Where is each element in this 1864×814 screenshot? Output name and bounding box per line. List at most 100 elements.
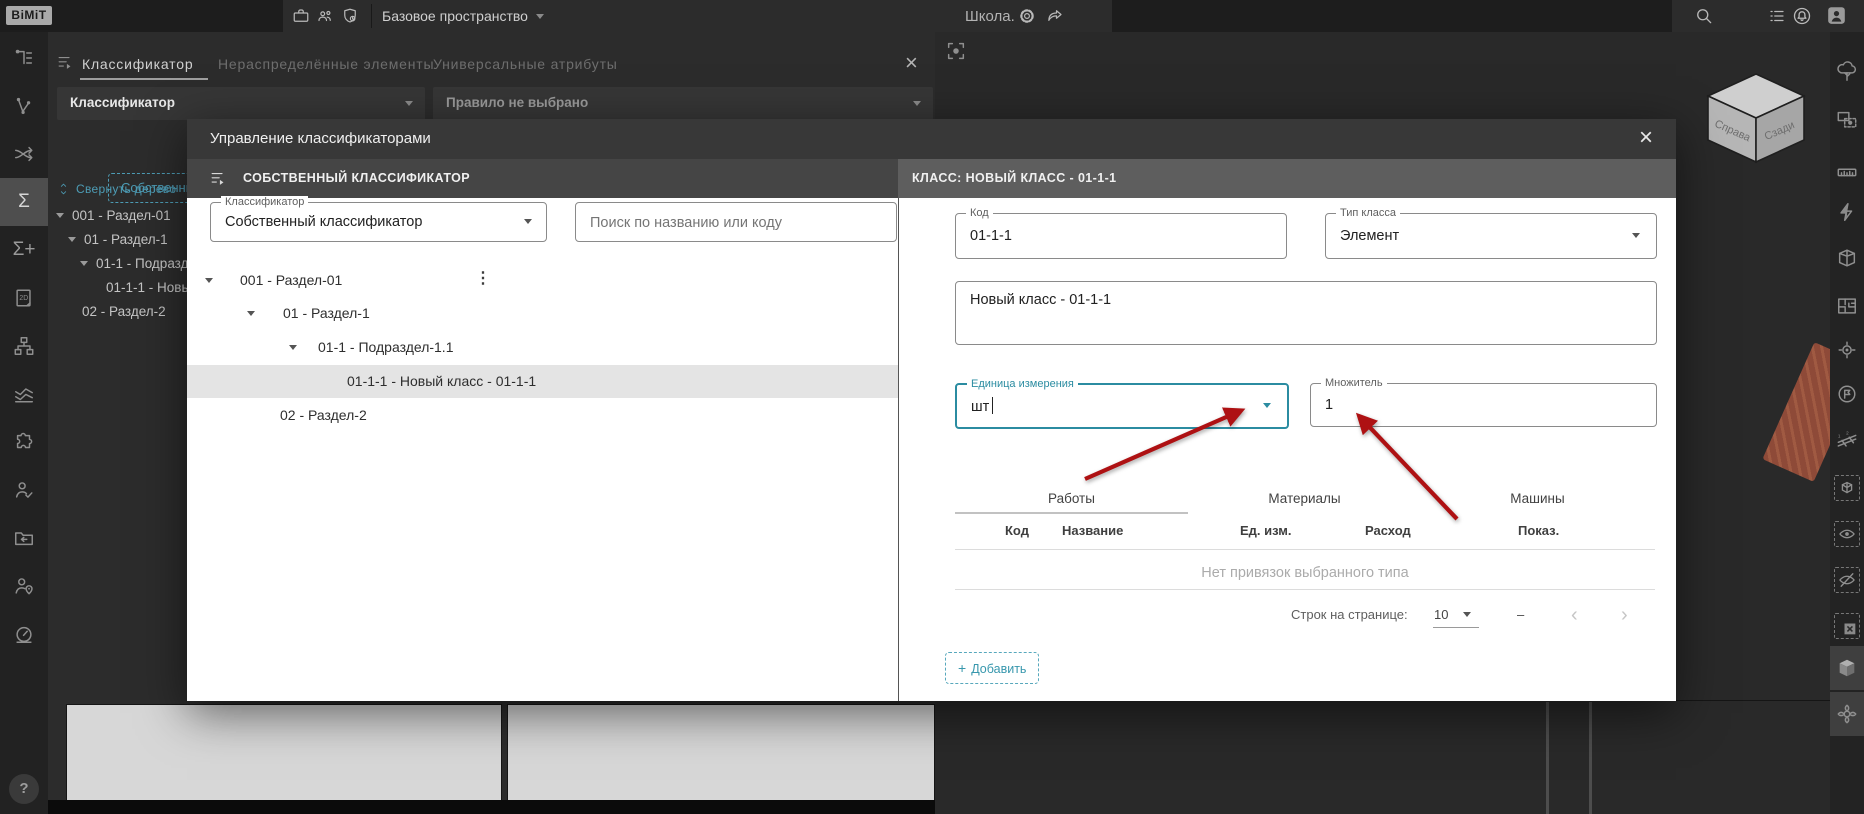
fit-view-button[interactable]: [943, 38, 969, 64]
account-button[interactable]: [1826, 5, 1847, 31]
tab-classifier[interactable]: Классификатор: [82, 56, 193, 72]
help-button[interactable]: ?: [9, 774, 39, 804]
search-field[interactable]: [575, 202, 897, 243]
col-code: Код: [1005, 523, 1029, 538]
solid-cube-icon: [1839, 659, 1855, 677]
tab-unassigned-elements[interactable]: Нераспределённые элементы: [218, 56, 434, 72]
tool-orbit[interactable]: [1830, 692, 1864, 736]
tree-item[interactable]: 01-1-1 - Новь: [106, 280, 188, 295]
chevron-down-icon[interactable]: [1463, 612, 1471, 617]
kebab-menu-icon[interactable]: ⋮: [475, 268, 491, 288]
security-button[interactable]: [341, 7, 359, 25]
tool-flash[interactable]: [1830, 190, 1864, 234]
tree-item[interactable]: 001 - Раздел-01: [56, 208, 171, 223]
multiplier-label: Множитель: [1321, 377, 1387, 389]
tool-plugins[interactable]: [0, 418, 48, 466]
multiplier-field[interactable]: Множитель 1: [1310, 377, 1657, 427]
tool-2d-view[interactable]: 2D: [0, 274, 48, 322]
tool-structure[interactable]: [0, 322, 48, 370]
tool-totals[interactable]: Σ: [0, 178, 48, 226]
tool-share-folder[interactable]: [0, 514, 48, 562]
class-name-textarea[interactable]: Новый класс - 01-1-1: [955, 281, 1657, 345]
project-settings-button[interactable]: [1018, 7, 1036, 25]
collapse-tree-button[interactable]: Свернуть дерево: [57, 182, 176, 196]
app-logo[interactable]: BiMiT: [6, 6, 52, 25]
dialog-close-button[interactable]: ×: [1639, 124, 1653, 152]
tree-item-selected[interactable]: 01-1-1 - Новый класс - 01-1-1: [187, 365, 898, 398]
workspace-selector[interactable]: Базовое пространство: [382, 0, 552, 32]
tool-classifier-tree[interactable]: [0, 34, 48, 82]
caret-expanded-icon[interactable]: [205, 278, 213, 283]
tool-grid-levels[interactable]: 12: [1830, 418, 1864, 462]
code-field[interactable]: Код 01-1-1: [955, 207, 1287, 259]
rule-dropdown[interactable]: Правило не выбрано: [433, 87, 933, 120]
tool-flag[interactable]: [1830, 372, 1864, 416]
tab-universal-attributes[interactable]: Универсальные атрибуты: [433, 56, 618, 72]
list-menu-button[interactable]: [1768, 7, 1786, 25]
classifier-select[interactable]: Классификатор Собственный классификатор: [210, 196, 547, 242]
tree-item[interactable]: 02 - Раздел-2: [187, 399, 898, 432]
classifier-select-label: Классификатор: [221, 196, 309, 208]
prev-page-button[interactable]: ‹: [1571, 605, 1578, 625]
org-chart-icon: [14, 337, 34, 355]
app-root: ▾ ▾ Справа Сзади Классиф: [0, 0, 1864, 814]
tool-dashboard[interactable]: [0, 610, 48, 658]
tool-user-location[interactable]: [0, 562, 48, 610]
tool-selection-frames[interactable]: [1830, 98, 1864, 142]
class-type-select[interactable]: Тип класса Элемент: [1325, 207, 1657, 259]
user-pin-icon: [15, 578, 33, 595]
next-page-button[interactable]: ›: [1621, 605, 1628, 625]
tool-floor-plan[interactable]: [1830, 284, 1864, 328]
chevron-down-icon[interactable]: [1263, 403, 1271, 408]
tool-totals-add[interactable]: Σ+: [0, 226, 48, 274]
code-field-value: 01-1-1: [970, 228, 1012, 244]
scene-post: [1546, 702, 1549, 814]
notifications-button[interactable]: [1792, 6, 1812, 26]
tree-item[interactable]: 01-1 - Подразд: [80, 256, 188, 271]
tab-machines[interactable]: Машины: [1421, 491, 1654, 506]
chevron-down-icon: [1632, 233, 1640, 238]
search-button[interactable]: [1694, 6, 1714, 26]
rows-per-page-value[interactable]: 10: [1434, 607, 1448, 622]
projects-button[interactable]: [292, 7, 310, 25]
view-cube[interactable]: Справа Сзади: [1704, 72, 1808, 164]
search-icon: [1697, 9, 1712, 24]
tool-section-cube[interactable]: [1830, 236, 1864, 280]
tab-works[interactable]: Работы: [955, 491, 1188, 506]
tool-locate[interactable]: [1830, 328, 1864, 372]
add-button[interactable]: + Добавить: [945, 652, 1040, 684]
unit-select[interactable]: Единица измерения шт: [955, 378, 1289, 429]
right-section-header: КЛАСС: НОВЫЙ КЛАСС - 01-1-1: [898, 159, 1676, 198]
tree-item[interactable]: 02 - Раздел-2: [82, 304, 166, 319]
team-button[interactable]: [316, 7, 334, 25]
tool-user-check[interactable]: [0, 466, 48, 514]
tool-analytics[interactable]: [0, 370, 48, 418]
tool-ruler[interactable]: [1830, 150, 1864, 194]
tool-isolate-cube[interactable]: [1830, 466, 1864, 510]
share-button[interactable]: [1046, 7, 1064, 25]
tab-materials[interactable]: Материалы: [1188, 491, 1421, 506]
panel-footer-strip: [48, 800, 935, 814]
tree-item[interactable]: 01-1 - Подраздел-1.1: [187, 331, 898, 364]
search-input[interactable]: [588, 203, 864, 243]
panel-menu-button[interactable]: [56, 54, 75, 71]
caret-expanded-icon[interactable]: [289, 345, 297, 350]
background-table-left: [66, 704, 502, 802]
caret-expanded-icon[interactable]: [247, 311, 255, 316]
collapse-tree-label: Свернуть дерево: [76, 182, 177, 196]
tool-solid-view[interactable]: [1830, 646, 1864, 690]
tool-hide[interactable]: [1830, 558, 1864, 602]
tool-connections[interactable]: [0, 82, 48, 130]
classifier-dropdown[interactable]: Классификатор: [57, 87, 425, 120]
workspace-selector-value: Базовое пространство: [382, 8, 528, 24]
tool-clear-selection[interactable]: [1830, 604, 1864, 648]
svg-text:2: 2: [1846, 431, 1849, 436]
right-toolbar: 12: [1830, 32, 1864, 814]
tool-scene-tree[interactable]: [1830, 50, 1864, 94]
tool-show[interactable]: [1830, 512, 1864, 556]
panel-close-button[interactable]: ×: [905, 50, 918, 76]
tree-item[interactable]: 001 - Раздел-01 ⋮: [187, 264, 898, 297]
tree-item[interactable]: 01 - Раздел-1: [187, 297, 898, 330]
tool-mapping[interactable]: [0, 130, 48, 178]
tree-item[interactable]: 01 - Раздел-1: [68, 232, 168, 247]
